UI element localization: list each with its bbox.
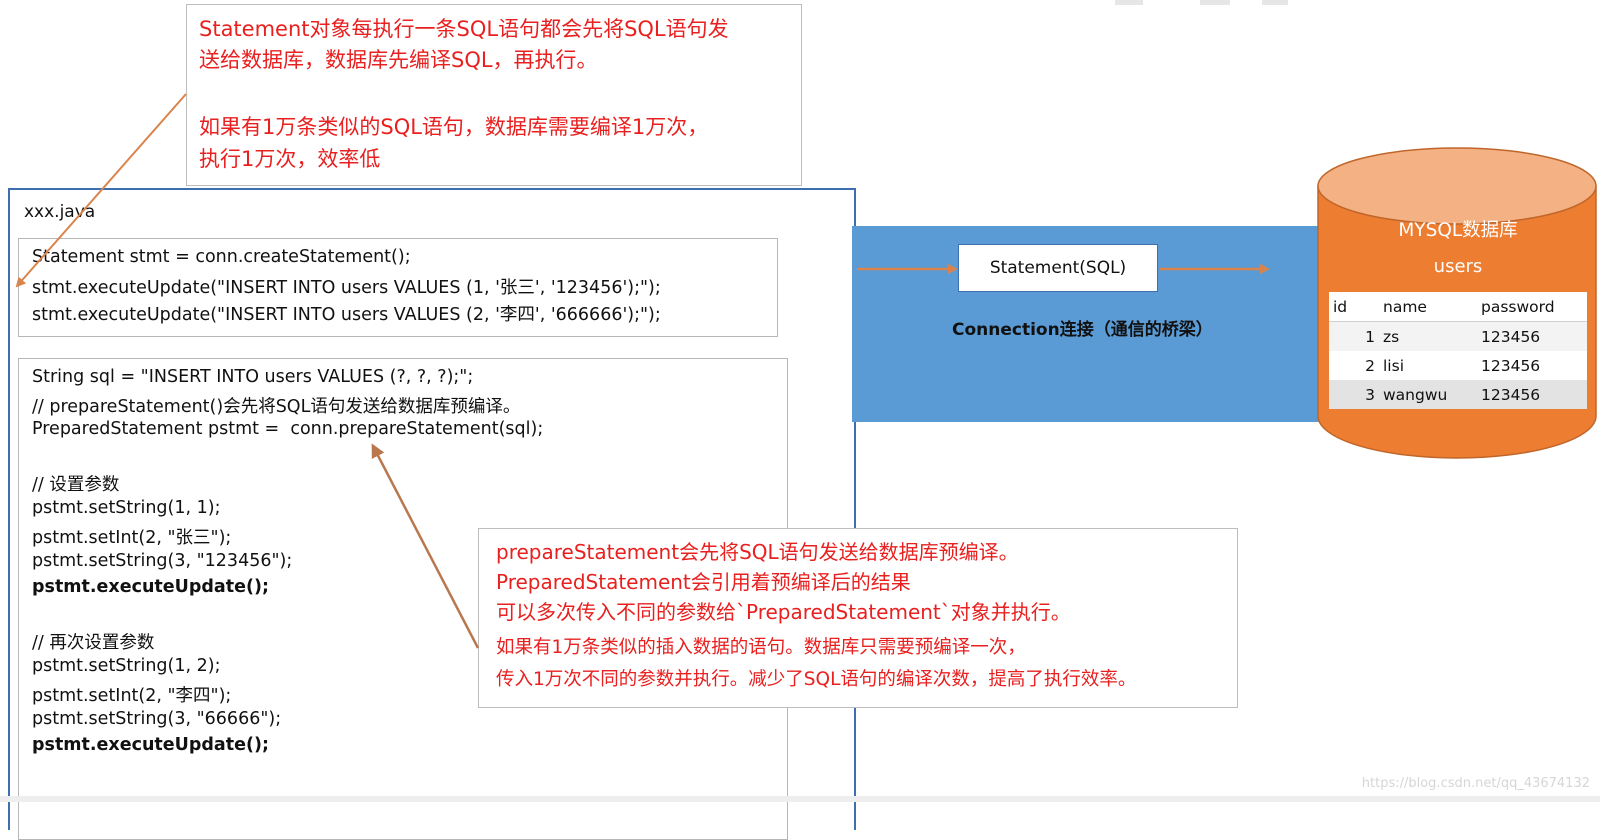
arrows-layer xyxy=(15,93,1270,649)
watermark: https://blog.csdn.net/qq_43674132 xyxy=(1361,776,1590,791)
arrow-note-to-preparestatement xyxy=(371,443,480,649)
arrow-note-to-statement xyxy=(15,93,187,288)
bottom-bar xyxy=(0,796,1600,802)
